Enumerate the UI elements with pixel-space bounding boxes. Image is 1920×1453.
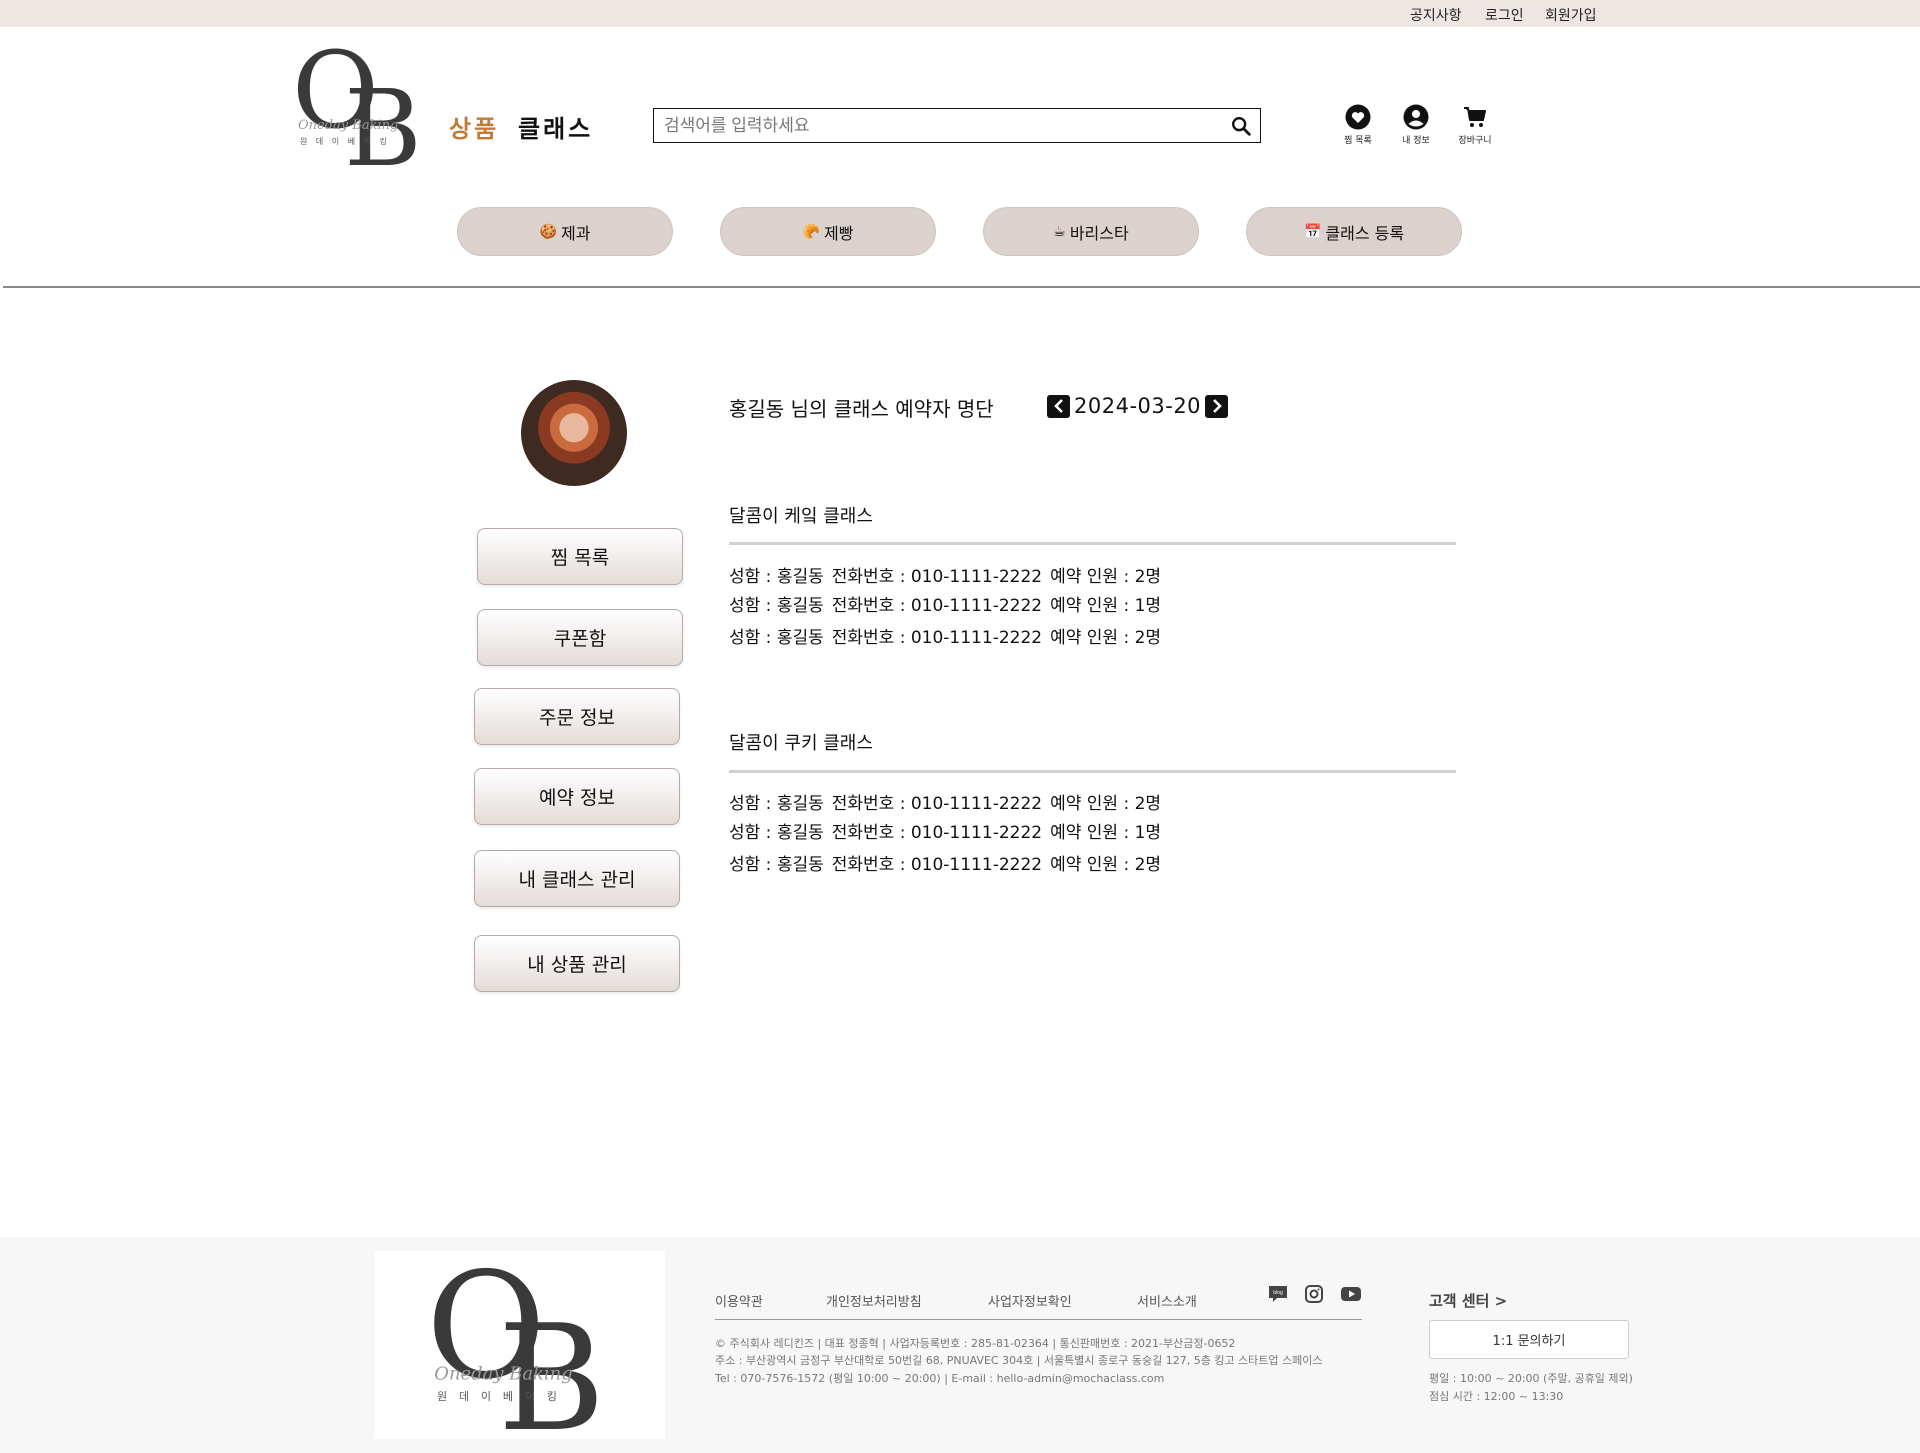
cart-icon [1464, 107, 1486, 127]
category-barista[interactable]: ☕ 바리스타 [983, 207, 1199, 256]
logo-script: Oneday Baking [298, 118, 399, 133]
class-divider [729, 770, 1456, 773]
service-intro-link[interactable]: 서비스소개 [1137, 1291, 1197, 1310]
reserver-count: 예약 인원 : 2명 [1050, 794, 1162, 814]
reserver-name: 성함 : 홍길동 [729, 567, 824, 587]
login-link[interactable]: 로그인 [1485, 5, 1524, 25]
date-navigator: 2024-03-20 [1047, 393, 1229, 419]
category-bakery[interactable]: 🥐 제빵 [720, 207, 936, 256]
search-icon[interactable] [1230, 115, 1252, 137]
avatar [521, 380, 627, 486]
footer-logo-mark: O B Oneday Baking 원 데 이 베 이 킹 [426, 1253, 605, 1452]
reserver-count: 예약 인원 : 2명 [1050, 628, 1162, 648]
cart-label: 장바구니 [1458, 136, 1492, 146]
inquiry-button[interactable]: 1:1 문의하기 [1429, 1320, 1629, 1359]
privacy-link[interactable]: 개인정보처리방침 [826, 1291, 922, 1310]
youtube-icon[interactable] [1340, 1285, 1362, 1303]
list-item: 성함 : 홍길동 전화번호 : 010-1111-2222 예약 인원 : 2명 [729, 850, 1169, 875]
cs-lunch: 점심 시간 : 12:00 ~ 13:30 [1429, 1390, 1564, 1403]
notice-link[interactable]: 공지사항 [1410, 5, 1462, 25]
wishlist-label: 찜 목록 [1344, 136, 1372, 146]
chevron-right-icon [1212, 399, 1222, 413]
business-info-link[interactable]: 사업자정보확인 [988, 1291, 1072, 1310]
customer-center-link[interactable]: 고객 센터 > [1429, 1290, 1507, 1311]
list-item: 성함 : 홍길동 전화번호 : 010-1111-2222 예약 인원 : 2명 [729, 789, 1169, 814]
header-divider [3, 286, 1920, 288]
cart-button[interactable]: 장바구니 [1449, 104, 1501, 146]
reserver-name: 성함 : 홍길동 [729, 794, 824, 814]
list-item: 성함 : 홍길동 전화번호 : 010-1111-2222 예약 인원 : 2명 [729, 562, 1169, 587]
my-info-label: 내 정보 [1402, 136, 1430, 146]
reserver-count: 예약 인원 : 2명 [1050, 855, 1162, 875]
footer-logo: O B Oneday Baking 원 데 이 베 이 킹 [374, 1251, 665, 1452]
list-item: 성함 : 홍길동 전화번호 : 010-1111-2222 예약 인원 : 2명 [729, 623, 1169, 648]
reserver-phone: 전화번호 : 010-1111-2222 [831, 794, 1043, 814]
reserver-phone: 전화번호 : 010-1111-2222 [831, 823, 1043, 843]
instagram-icon[interactable] [1304, 1285, 1324, 1303]
reserver-count: 예약 인원 : 1명 [1050, 596, 1162, 616]
company-info: © 주식회사 레디킨즈 | 대표 정종혁 | 사업자등록번호 : 285-81-… [715, 1337, 1236, 1350]
reserver-phone: 전화번호 : 010-1111-2222 [831, 567, 1043, 587]
category-pastry[interactable]: 🍪 제과 [457, 207, 673, 256]
list-item: 성함 : 홍길동 전화번호 : 010-1111-2222 예약 인원 : 1명 [729, 818, 1169, 843]
class-divider [729, 542, 1456, 545]
sidebar-item-my-products[interactable]: 내 상품 관리 [474, 935, 680, 992]
class-title: 달콤이 케잌 클래스 [729, 506, 873, 527]
category-label: 클래스 등록 [1325, 223, 1405, 243]
logo-script: Oneday Baking [434, 1364, 573, 1385]
logo-korean: 원 데 이 베 이 킹 [437, 1390, 562, 1403]
footer-divider [715, 1319, 1362, 1320]
category-label: 제빵 [823, 223, 854, 243]
category-label: 바리스타 [1069, 223, 1129, 243]
my-info-button[interactable]: 내 정보 [1390, 104, 1442, 146]
prev-date-button[interactable] [1047, 394, 1070, 418]
heart-icon [1345, 104, 1371, 130]
reserver-name: 성함 : 홍길동 [729, 596, 824, 616]
croissant-icon: 🥐 [802, 223, 820, 240]
list-item: 성함 : 홍길동 전화번호 : 010-1111-2222 예약 인원 : 1명 [729, 591, 1169, 616]
sidebar-item-wishlist[interactable]: 찜 목록 [477, 528, 683, 585]
user-icon [1403, 104, 1429, 130]
reserver-count: 예약 인원 : 2명 [1050, 567, 1162, 587]
top-utility-bar: 공지사항 로그인 회원가입 [0, 0, 1920, 27]
page-title: 홍길동 님의 클래스 예약자 명단 [729, 397, 994, 421]
sidebar-item-reservations[interactable]: 예약 정보 [474, 768, 680, 825]
category-class-register[interactable]: 📅 클래스 등록 [1246, 207, 1462, 256]
company-contact: Tel : 070-7576-1572 (평일 10:00 ~ 20:00) |… [715, 1372, 1165, 1385]
reserver-count: 예약 인원 : 1명 [1050, 823, 1162, 843]
reserver-phone: 전화번호 : 010-1111-2222 [831, 855, 1043, 875]
reserver-phone: 전화번호 : 010-1111-2222 [831, 628, 1043, 648]
footer: O B Oneday Baking 원 데 이 베 이 킹 이용약관 개인정보처… [0, 1237, 1920, 1453]
wishlist-button[interactable]: 찜 목록 [1332, 104, 1384, 146]
chevron-left-icon [1053, 399, 1063, 413]
blog-icon-text: blog [1273, 1290, 1283, 1296]
reserver-phone: 전화번호 : 010-1111-2222 [831, 596, 1043, 616]
signup-link[interactable]: 회원가입 [1545, 5, 1597, 25]
calendar-icon: 📅 [1303, 223, 1322, 240]
sidebar-item-orders[interactable]: 주문 정보 [474, 688, 680, 745]
site-logo[interactable]: O B Oneday Baking 원 데 이 베 이 킹 [292, 38, 422, 182]
search-bar [653, 108, 1261, 143]
reserver-name: 성함 : 홍길동 [729, 628, 824, 648]
category-label: 제과 [560, 223, 591, 243]
nav-class[interactable]: 클래스 [518, 109, 593, 144]
search-input[interactable] [664, 114, 1204, 138]
blog-icon[interactable]: blog [1268, 1285, 1288, 1303]
coffee-icon: ☕ [1053, 223, 1066, 240]
logo-korean: 원 데 이 베 이 킹 [300, 137, 390, 146]
class-title: 달콤이 쿠키 클래스 [729, 733, 873, 754]
reserver-name: 성함 : 홍길동 [729, 823, 824, 843]
sidebar-item-coupons[interactable]: 쿠폰함 [477, 609, 683, 666]
current-date: 2024-03-20 [1074, 394, 1202, 418]
sidebar-item-my-classes[interactable]: 내 클래스 관리 [474, 850, 680, 907]
company-address: 주소 : 부산광역시 금정구 부산대학로 50번길 68, PNUAVEC 30… [715, 1354, 1323, 1367]
cookie-icon: 🍪 [539, 223, 557, 240]
reserver-name: 성함 : 홍길동 [729, 855, 824, 875]
terms-link[interactable]: 이용약관 [715, 1291, 763, 1310]
cs-hours: 평일 : 10:00 ~ 20:00 (주말, 공휴일 제외) [1429, 1372, 1633, 1385]
next-date-button[interactable] [1205, 394, 1229, 418]
nav-product[interactable]: 상품 [449, 109, 499, 144]
